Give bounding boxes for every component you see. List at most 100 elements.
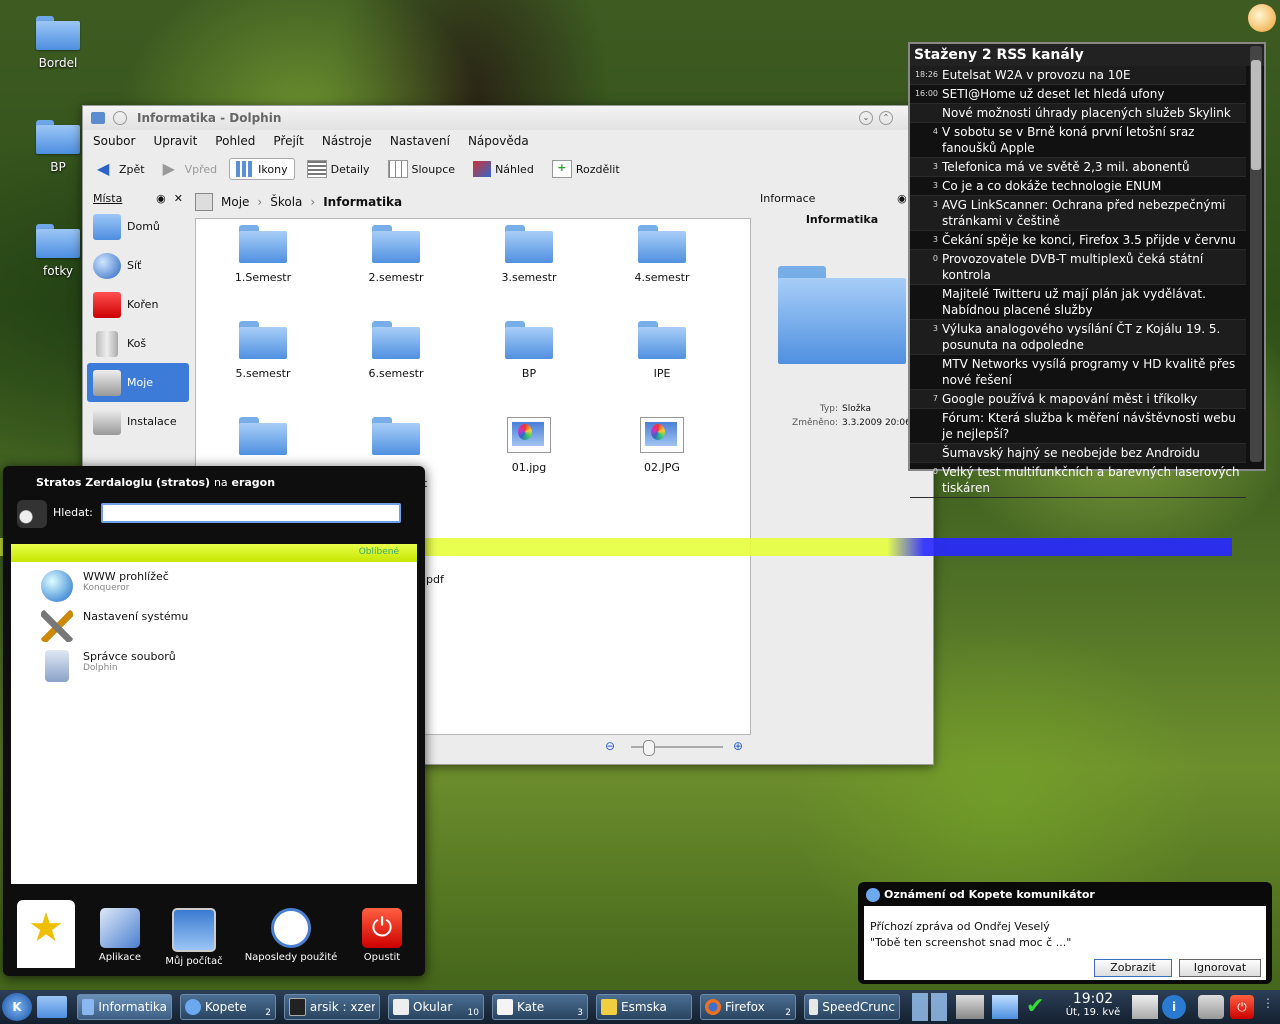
sticky-button[interactable] xyxy=(113,111,127,125)
place-trash[interactable]: Koš xyxy=(87,324,189,363)
task-kopete[interactable]: Kopete 2 xyxy=(180,994,276,1020)
menu-nastroje[interactable]: Nástroje xyxy=(322,134,372,148)
network-tray-icon[interactable] xyxy=(956,995,984,1019)
tab-recently-used[interactable]: Naposledy použité xyxy=(241,900,341,963)
tab-my-computer[interactable]: Můj počítač xyxy=(151,900,237,967)
window-titlebar[interactable]: Informatika - Dolphin ⌄ ⌃ ✕ xyxy=(83,106,933,130)
zoom-handle[interactable] xyxy=(643,740,655,756)
menu-prejit[interactable]: Přejít xyxy=(273,134,303,148)
tab-favorites[interactable]: ★ xyxy=(17,900,75,968)
rss-item[interactable]: 3 Telefonica má ve světě 2,3 mil. abonent… xyxy=(910,158,1246,177)
breadcrumb-item[interactable]: Moje xyxy=(221,195,249,209)
file-item[interactable]: 1.Semestr xyxy=(208,225,318,284)
rss-item[interactable]: 7 Google používá k mapování měst i tříkol… xyxy=(910,390,1246,409)
tab-leave[interactable]: ⏻ Opustit xyxy=(339,900,425,963)
favorite-file-manager[interactable]: Správce souborů Dolphin xyxy=(41,650,176,682)
monitor-tray-icon[interactable] xyxy=(992,995,1018,1019)
place-moje[interactable]: Moje xyxy=(87,363,189,402)
preview-button[interactable]: Náhled xyxy=(467,159,540,179)
folder-view-icon[interactable] xyxy=(37,996,67,1018)
back-button[interactable]: ◀ Zpět xyxy=(91,159,151,179)
panel-float-icon[interactable]: ◉ xyxy=(156,192,166,205)
pager[interactable] xyxy=(912,993,948,1021)
panel-close-icon[interactable]: ✕ xyxy=(174,192,183,205)
ignore-button[interactable]: Ignorovat xyxy=(1179,959,1261,977)
rss-item-title: Nové možnosti úhrady placených služeb Sk… xyxy=(942,106,1231,120)
dolphin-icon xyxy=(82,999,95,1015)
columns-view-button[interactable]: Sloupce xyxy=(382,158,462,180)
favorite-system-settings[interactable]: Nastavení systému xyxy=(41,610,188,642)
task-speedcrunch[interactable]: SpeedCrunc xyxy=(804,994,900,1020)
rss-item[interactable]: 3 Výluka analogového vysílání ČT z Kojálu… xyxy=(910,320,1246,355)
task-firefox[interactable]: Firefox 2 xyxy=(700,994,796,1020)
logout-icon[interactable]: ⏻ xyxy=(1230,995,1254,1019)
desktop-cashew-icon[interactable] xyxy=(1248,4,1276,32)
zoom-in-icon[interactable]: ⊕ xyxy=(733,739,743,753)
rss-item[interactable]: 16:00 SETI@Home už deset let hledá ufony xyxy=(910,85,1246,104)
place-network[interactable]: Síť xyxy=(87,246,189,285)
rss-item[interactable]: 18:26 Eutelsat W2A v provozu na 10E xyxy=(910,66,1246,85)
menu-napoveda[interactable]: Nápověda xyxy=(468,134,529,148)
file-item[interactable]: 01.jpg xyxy=(474,417,584,474)
battery-check-icon[interactable]: ✔ xyxy=(1026,995,1056,1019)
rss-item[interactable]: 3 Co je a co dokáže technologie ENUM xyxy=(910,177,1246,196)
rss-item[interactable]: MTV Networks vysílá programy v HD kvalit… xyxy=(910,355,1246,390)
details-view-button[interactable]: Detaily xyxy=(301,158,376,180)
show-button[interactable]: Zobrazit xyxy=(1094,959,1172,977)
task-esmska[interactable]: Esmska xyxy=(596,994,692,1020)
scrollbar-thumb[interactable] xyxy=(1251,60,1261,170)
file-item[interactable]: 02.JPG xyxy=(607,417,717,474)
zoom-out-icon[interactable]: ⊖ xyxy=(605,739,615,753)
panel-float-icon[interactable]: ◉ xyxy=(897,192,907,205)
icons-view-button[interactable]: Ikony xyxy=(229,158,295,180)
klipper-icon[interactable] xyxy=(1132,995,1158,1019)
rss-item[interactable]: Šumavský hajný se neobejde bez Androidu xyxy=(910,444,1246,463)
file-item[interactable]: 2.semestr xyxy=(341,225,451,284)
menu-nastaveni[interactable]: Nastavení xyxy=(390,134,450,148)
task-kate[interactable]: Kate 3 xyxy=(492,994,588,1020)
rss-item[interactable]: 3 Čekání spěje ke konci, Firefox 3.5 přij… xyxy=(910,231,1246,250)
rss-item[interactable]: 4 V sobotu se v Brně koná první letošní s… xyxy=(910,123,1246,158)
desktop-icon-bordel[interactable]: Bordel xyxy=(23,16,93,70)
rss-scrollbar[interactable] xyxy=(1250,46,1262,462)
task-informatika[interactable]: Informatika xyxy=(77,994,172,1020)
kde-menu-icon[interactable]: K xyxy=(2,993,32,1021)
file-item[interactable]: IPE xyxy=(607,321,717,380)
file-item[interactable]: 5.semestr xyxy=(208,321,318,380)
clock[interactable]: 19:02 Út, 19. kvě xyxy=(1062,991,1124,1018)
file-item[interactable]: 4.semestr xyxy=(607,225,717,284)
menu-upravit[interactable]: Upravit xyxy=(153,134,197,148)
rss-item[interactable]: 0 Velký test multifunkčních a barevných l… xyxy=(910,463,1246,498)
breadcrumb-item[interactable]: Škola xyxy=(270,195,302,209)
drive-icon[interactable] xyxy=(195,193,213,211)
lock-screen-icon[interactable] xyxy=(1198,995,1224,1019)
forward-button[interactable]: ▶ Vpřed xyxy=(157,159,224,179)
panel-toolbox-icon[interactable]: ⋮ xyxy=(1262,996,1276,1018)
rss-item[interactable]: Fórum: Která služba k měření návštěvnost… xyxy=(910,409,1246,444)
file-item[interactable] xyxy=(208,417,318,463)
place-root[interactable]: Kořen xyxy=(87,285,189,324)
task-okular[interactable]: Okular 10 xyxy=(388,994,484,1020)
file-item[interactable]: 6.semestr xyxy=(341,321,451,380)
file-item[interactable]: 3.semestr xyxy=(474,225,584,284)
place-home[interactable]: Domů xyxy=(87,207,189,246)
window-menu-icon[interactable] xyxy=(91,112,105,124)
rss-item[interactable]: Majitelé Twitteru už mají plán jak vyděl… xyxy=(910,285,1246,320)
info-icon[interactable]: i xyxy=(1162,995,1186,1019)
rss-item[interactable]: 0 Provozovatele DVB-T multiplexů čeká stá… xyxy=(910,250,1246,285)
search-input[interactable] xyxy=(101,503,401,523)
file-item[interactable] xyxy=(341,417,451,463)
file-item[interactable]: BP xyxy=(474,321,584,380)
rss-item[interactable]: 3 AVG LinkScanner: Ochrana před nebezpečn… xyxy=(910,196,1246,231)
maximize-button[interactable]: ⌃ xyxy=(879,111,893,125)
split-button[interactable]: + Rozdělit xyxy=(546,158,626,180)
zoom-slider[interactable]: ⊖ ⊕ xyxy=(605,738,749,756)
menu-pohled[interactable]: Pohled xyxy=(215,134,255,148)
breadcrumb-current[interactable]: Informatika xyxy=(323,195,402,209)
place-instalace[interactable]: Instalace xyxy=(87,402,189,441)
task-terminal[interactable]: arsik : xzer xyxy=(284,994,380,1020)
rss-item[interactable]: Nové možnosti úhrady placených služeb Sk… xyxy=(910,104,1246,123)
favorite-web-browser[interactable]: WWW prohlížeč Konqueror xyxy=(41,570,169,602)
menu-soubor[interactable]: Soubor xyxy=(93,134,135,148)
minimize-button[interactable]: ⌄ xyxy=(859,111,873,125)
